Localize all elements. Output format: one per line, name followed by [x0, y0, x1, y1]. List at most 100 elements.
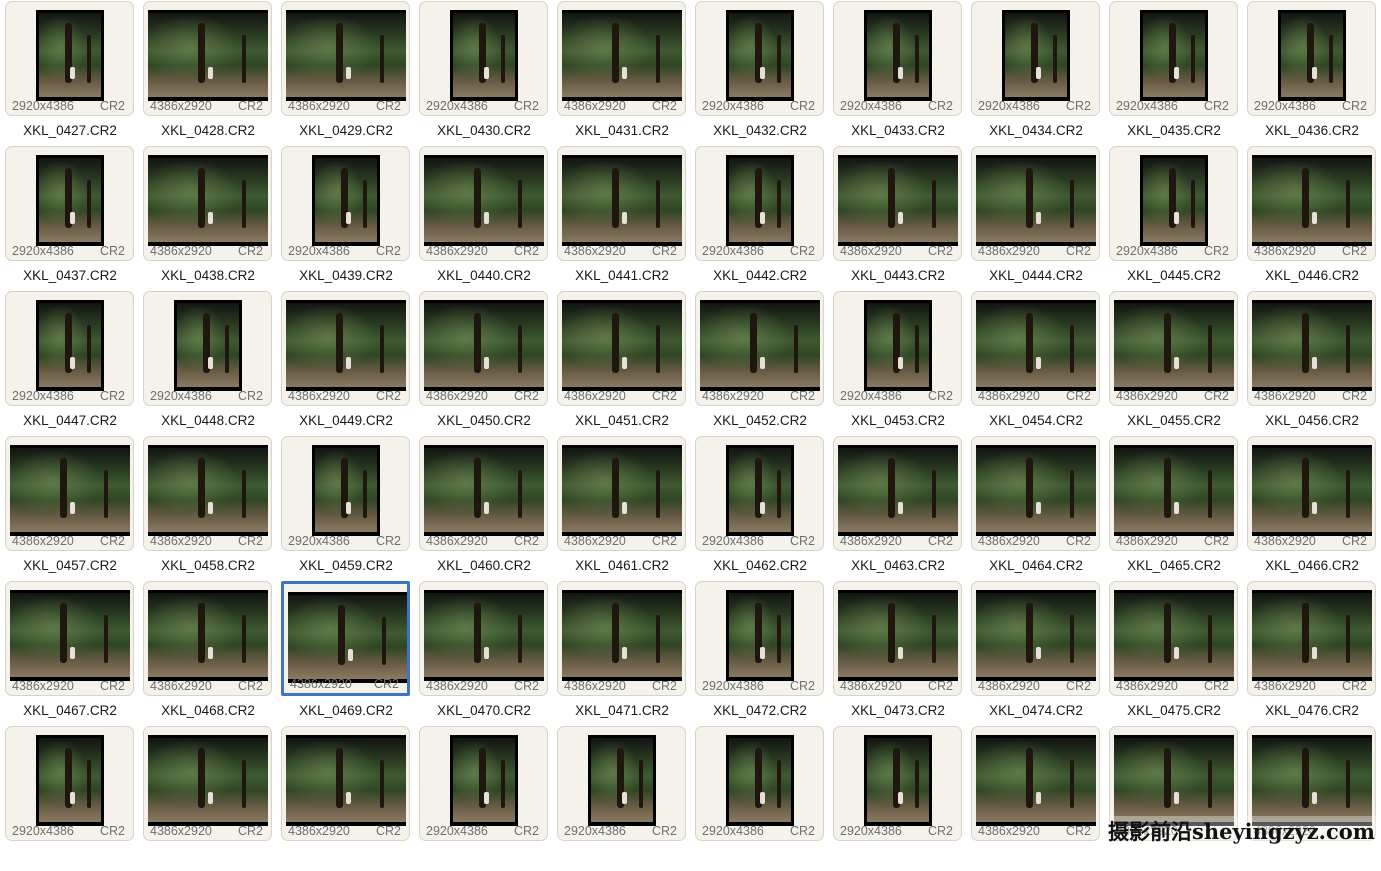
thumbnail-item[interactable]: 2920x4386 CR2 XKL_0445.CR2 — [1109, 146, 1240, 291]
thumbnail-card[interactable]: 4386x2920 CR2 — [281, 726, 410, 841]
file-name-label[interactable]: XKL_0433.CR2 — [833, 123, 963, 138]
thumbnail-card[interactable]: 4386x2920 CR2 — [557, 1, 686, 116]
thumbnail-item[interactable]: 2920x4386 CR2 — [695, 726, 826, 871]
thumbnail-item[interactable]: 2920x4386 CR2 XKL_0439.CR2 — [281, 146, 412, 291]
thumbnail-item[interactable]: 2920x4386 CR2 XKL_0447.CR2 — [5, 291, 136, 436]
thumbnail-card[interactable]: 2920x4386 CR2 — [5, 1, 134, 116]
file-name-label[interactable]: XKL_0457.CR2 — [5, 558, 135, 573]
thumbnail-card[interactable]: 2920x4386 CR2 — [557, 726, 686, 841]
file-name-label[interactable]: XKL_0447.CR2 — [5, 413, 135, 428]
thumbnail-item[interactable]: 4386x2920 CR2 — [971, 726, 1102, 871]
thumbnail-card[interactable]: 2920x4386 CR2 — [5, 726, 134, 841]
thumbnail-item[interactable]: 4386x2920 CR2 XKL_0469.CR2 — [281, 581, 412, 726]
thumbnail-item[interactable]: 4386x2920 CR2 XKL_0461.CR2 — [557, 436, 688, 581]
thumbnail-item[interactable]: 2920x4386 CR2 — [833, 726, 964, 871]
file-name-label[interactable]: XKL_0456.CR2 — [1247, 413, 1377, 428]
file-name-label[interactable]: XKL_0471.CR2 — [557, 703, 687, 718]
thumbnail-card[interactable]: 4386x2920 CR2 — [143, 1, 272, 116]
thumbnail-card[interactable]: 4386x2920 CR2 — [419, 581, 548, 696]
file-name-label[interactable]: XKL_0474.CR2 — [971, 703, 1101, 718]
file-name-label[interactable]: XKL_0469.CR2 — [281, 703, 411, 718]
thumbnail-card[interactable]: 4386x2920 CR2 — [419, 436, 548, 551]
thumbnail-item[interactable]: 2920x4386 CR2 XKL_0436.CR2 — [1247, 1, 1378, 146]
thumbnail-card[interactable]: 2920x4386 CR2 — [143, 291, 272, 406]
thumbnail-item[interactable]: 4386x2920 CR2 XKL_0441.CR2 — [557, 146, 688, 291]
thumbnail-item[interactable]: 2920x4386 CR2 XKL_0448.CR2 — [143, 291, 274, 436]
thumbnail-item[interactable]: 2920x4386 CR2 — [419, 726, 550, 871]
thumbnail-item[interactable]: 4386x2920 CR2 XKL_0454.CR2 — [971, 291, 1102, 436]
thumbnail-item[interactable]: 2920x4386 CR2 XKL_0430.CR2 — [419, 1, 550, 146]
thumbnail-card[interactable]: 2920x4386 CR2 — [833, 726, 962, 841]
thumbnail-item[interactable]: 2920x4386 CR2 XKL_0453.CR2 — [833, 291, 964, 436]
thumbnail-card[interactable]: 2920x4386 CR2 — [5, 291, 134, 406]
thumbnail-item[interactable]: 4386x2920 CR2 XKL_0428.CR2 — [143, 1, 274, 146]
thumbnail-item[interactable]: 4386x2920 CR2 — [281, 726, 412, 871]
thumbnail-card[interactable]: 4386x2920 CR2 — [1109, 436, 1238, 551]
thumbnail-item[interactable]: 4386x2920 CR2 XKL_0457.CR2 — [5, 436, 136, 581]
thumbnail-card[interactable]: 4386x2920 CR2 — [1109, 291, 1238, 406]
thumbnail-item[interactable]: 4386x2920 CR2 XKL_0475.CR2 — [1109, 581, 1240, 726]
thumbnail-item[interactable]: 2920x4386 CR2 XKL_0459.CR2 — [281, 436, 412, 581]
file-name-label[interactable]: XKL_0472.CR2 — [695, 703, 825, 718]
thumbnail-card[interactable]: 4386x2920 CR2 — [971, 726, 1100, 841]
file-name-label[interactable]: XKL_0431.CR2 — [557, 123, 687, 138]
file-name-label[interactable]: XKL_0436.CR2 — [1247, 123, 1377, 138]
thumbnail-card[interactable]: 4386x2920 CR2 — [557, 146, 686, 261]
thumbnail-card[interactable]: 4386x2920 CR2 — [1109, 581, 1238, 696]
thumbnail-item[interactable]: 2920x4386 CR2 XKL_0432.CR2 — [695, 1, 826, 146]
thumbnail-card[interactable]: 4386x2920 CR2 — [1247, 291, 1376, 406]
thumbnail-card[interactable]: 2920x4386 CR2 — [695, 581, 824, 696]
thumbnail-card-selected[interactable]: 4386x2920 CR2 — [281, 581, 410, 696]
thumbnail-item[interactable]: 4386x2920 CR2 XKL_0451.CR2 — [557, 291, 688, 436]
file-name-label[interactable]: XKL_0475.CR2 — [1109, 703, 1239, 718]
thumbnail-item[interactable]: 4386x2920 CR2 XKL_0456.CR2 — [1247, 291, 1378, 436]
thumbnail-card[interactable]: 4386x2920 CR2 — [143, 146, 272, 261]
file-name-label[interactable]: XKL_0463.CR2 — [833, 558, 963, 573]
thumbnail-item[interactable]: 4386x2920 CR2 XKL_0438.CR2 — [143, 146, 274, 291]
thumbnail-card[interactable]: 2920x4386 CR2 — [833, 1, 962, 116]
file-name-label[interactable]: XKL_0429.CR2 — [281, 123, 411, 138]
thumbnail-card[interactable]: 4386x2920 CR2 — [1247, 146, 1376, 261]
thumbnail-item[interactable]: 2920x4386 CR2 XKL_0442.CR2 — [695, 146, 826, 291]
thumbnail-item[interactable]: 4386x2920 CR2 XKL_0463.CR2 — [833, 436, 964, 581]
thumbnail-item[interactable]: 2920x4386 CR2 XKL_0433.CR2 — [833, 1, 964, 146]
thumbnail-card[interactable]: 4386x2920 CR2 — [143, 581, 272, 696]
thumbnail-item[interactable]: 4386x2920 CR2 XKL_0452.CR2 — [695, 291, 826, 436]
thumbnail-card[interactable]: 2920x4386 CR2 — [281, 436, 410, 551]
thumbnail-card[interactable]: 4386x2920 CR2 — [833, 436, 962, 551]
file-name-label[interactable]: XKL_0461.CR2 — [557, 558, 687, 573]
file-name-label[interactable]: XKL_0451.CR2 — [557, 413, 687, 428]
thumbnail-card[interactable]: 2920x4386 CR2 — [1247, 1, 1376, 116]
thumbnail-item[interactable]: 4386x2920 CR2 XKL_0455.CR2 — [1109, 291, 1240, 436]
file-name-label[interactable]: XKL_0444.CR2 — [971, 268, 1101, 283]
thumbnail-card[interactable]: 2920x4386 CR2 — [695, 436, 824, 551]
file-name-label[interactable]: XKL_0452.CR2 — [695, 413, 825, 428]
thumbnail-card[interactable]: 4386x2920 CR2 — [971, 436, 1100, 551]
thumbnail-item[interactable]: 4386x2920 CR2 — [143, 726, 274, 871]
file-name-label[interactable]: XKL_0473.CR2 — [833, 703, 963, 718]
thumbnail-card[interactable]: 2920x4386 CR2 — [695, 1, 824, 116]
thumbnail-card[interactable]: 4386x2920 CR2 — [1247, 436, 1376, 551]
thumbnail-card[interactable]: 4386x2920 CR2 — [419, 291, 548, 406]
thumbnail-card[interactable]: 4386x2920 CR2 — [5, 436, 134, 551]
thumbnail-card[interactable]: 2920x4386 CR2 — [1109, 146, 1238, 261]
file-name-label[interactable]: XKL_0434.CR2 — [971, 123, 1101, 138]
thumbnail-item[interactable]: 4386x2920 — [1247, 726, 1378, 871]
file-name-label[interactable]: XKL_0459.CR2 — [281, 558, 411, 573]
thumbnail-card[interactable]: 4386x2920 CR2 — [281, 291, 410, 406]
file-name-label[interactable]: XKL_0443.CR2 — [833, 268, 963, 283]
file-name-label[interactable]: XKL_0438.CR2 — [143, 268, 273, 283]
file-name-label[interactable]: XKL_0440.CR2 — [419, 268, 549, 283]
file-name-label[interactable]: XKL_0460.CR2 — [419, 558, 549, 573]
file-name-label[interactable]: XKL_0435.CR2 — [1109, 123, 1239, 138]
file-name-label[interactable]: XKL_0432.CR2 — [695, 123, 825, 138]
thumbnail-card[interactable]: 4386x2920 CR2 — [833, 146, 962, 261]
thumbnail-item[interactable]: 4386x2920 CR2 XKL_0444.CR2 — [971, 146, 1102, 291]
thumbnail-card[interactable]: 4386x2920 CR2 — [971, 146, 1100, 261]
file-name-label[interactable]: XKL_0445.CR2 — [1109, 268, 1239, 283]
thumbnail-item[interactable]: 4386x2920 CR2 XKL_0473.CR2 — [833, 581, 964, 726]
thumbnail-item[interactable]: 2920x4386 CR2 XKL_0434.CR2 — [971, 1, 1102, 146]
thumbnail-item[interactable]: 4386x2920 CR2 XKL_0450.CR2 — [419, 291, 550, 436]
file-name-label[interactable]: XKL_0448.CR2 — [143, 413, 273, 428]
thumbnail-card[interactable]: 2920x4386 CR2 — [1109, 1, 1238, 116]
